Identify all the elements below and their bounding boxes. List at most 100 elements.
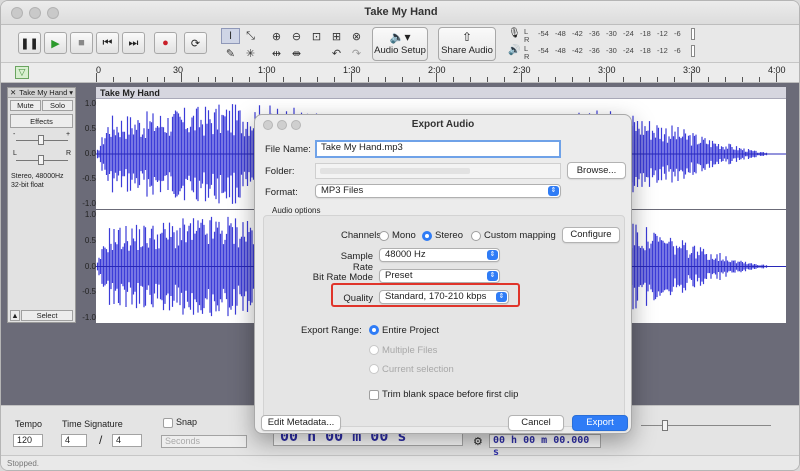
tempo-input[interactable]: 120 [13,434,43,447]
ruler-minor-tick [215,77,216,82]
silence-button[interactable]: ⇼ [287,45,306,61]
meter-r-label: R [524,52,530,61]
cursor-icon: I [228,30,233,42]
share-icon: ⇧ [461,30,473,44]
bit-rate-mode-select[interactable]: Preset ⇕ [379,269,500,283]
amplitude-scale-label: 1.0 [84,210,96,219]
selection-settings-icon[interactable]: ⚙ [473,435,483,448]
sample-rate-label: Sample Rate [340,251,373,273]
stop-button[interactable]: ■ [70,32,93,54]
multiple-files-radio[interactable] [369,345,379,355]
redo-button[interactable]: ↷ [347,45,366,61]
ruler-minor-tick [351,77,352,82]
timeline-ruler[interactable]: ▽ 0 30 1:00 1:30 2:00 2:30 3:00 3:30 4:00 [1,63,799,83]
playhead-marker-icon[interactable]: ▽ [15,66,29,79]
record-button[interactable]: ● [154,32,177,54]
folder-input[interactable] [315,163,561,179]
zoom-fit-button[interactable]: ⊞ [327,28,346,44]
loop-icon: ⟳ [190,37,201,50]
pause-button[interactable]: ❚❚ [18,32,41,54]
track-name[interactable]: Take My Hand [19,88,67,97]
zoom-out-button[interactable]: ⊖ [287,28,306,44]
export-button[interactable]: Export [572,415,628,431]
time-sig-numerator[interactable]: 4 [61,434,87,447]
sample-rate-select[interactable]: 48000 Hz ⇕ [379,248,500,262]
mute-button[interactable]: Mute [10,100,41,111]
skip-start-button[interactable]: ⏮ [96,32,119,54]
status-bar: Stopped. [1,455,799,470]
track-menu-chevron-icon[interactable]: ▾ [69,88,73,97]
ruler-minor-tick [368,77,369,82]
meter-end-cap [691,28,695,40]
zoom-toggle-button[interactable]: ⊗ [347,28,366,44]
current-selection-radio[interactable] [369,364,379,374]
playback-speed-slider[interactable] [641,425,771,426]
ruler-minor-tick [640,77,641,82]
skip-start-icon: ⏮ [102,36,113,49]
ruler-minor-tick [538,77,539,82]
zoom-selection-button[interactable]: ⊡ [307,28,326,44]
draw-tool[interactable]: ✎ [221,45,240,61]
amplitude-scale-label: -0.5 [82,287,96,297]
triangle-up-icon: ▲ [11,311,19,320]
configure-button[interactable]: Configure [562,227,620,243]
stereo-radio[interactable] [422,231,432,241]
meter-tick-label: -12 [657,29,668,38]
entire-project-radio[interactable] [369,325,379,335]
file-name-label: File Name: [265,144,311,155]
solo-button[interactable]: Solo [42,100,73,111]
meter-tick-label: -48 [555,29,566,38]
pan-slider-handle[interactable] [38,155,44,165]
loop-button[interactable]: ⟳ [184,32,207,54]
playback-meter[interactable]: 🔊 L R -54 -48 -42 -36 -30 -24 -18 -12 -6 [506,44,702,61]
zoom-fit-selection-icon: ⊡ [311,30,322,43]
meter-tick-label: -42 [572,46,583,55]
mono-radio[interactable] [379,231,389,241]
title-bar: Take My Hand [1,1,799,25]
mono-label: Mono [392,230,416,241]
undo-button[interactable]: ↶ [327,45,346,61]
bit-rate-mode-value: Preset [385,270,413,281]
folder-path-redacted [320,168,470,174]
format-select[interactable]: MP3 Files ⇕ [315,184,561,198]
snap-label: Snap [176,417,198,427]
selection-time-display[interactable]: 00 h 00 m 00.000 s [489,434,601,458]
ruler-minor-tick [147,77,148,82]
play-button[interactable]: ▶ [44,32,67,54]
trim-button[interactable]: ⇹ [267,45,286,61]
share-audio-button[interactable]: ⇧ Share Audio [438,27,496,61]
skip-end-button[interactable]: ⏭ [122,32,145,54]
ruler-minor-tick [572,77,573,82]
multi-tool[interactable]: ✳ [241,45,260,61]
audio-setup-button[interactable]: 🔈▾ Audio Setup [372,27,428,61]
browse-button[interactable]: Browse... [567,162,626,179]
export-audio-dialog: Export Audio File Name: Take My Hand.mp3… [254,114,632,434]
trim-blank-checkbox[interactable] [369,390,379,400]
custom-mapping-radio[interactable] [471,231,481,241]
sample-rate-value: 48000 Hz [385,249,426,260]
snap-select[interactable]: Seconds [161,435,247,448]
meter-tick-label: -12 [657,46,668,55]
trim-blank-label: Trim blank space before first clip [382,389,519,400]
snap-checkbox[interactable] [163,418,173,428]
envelope-tool[interactable]: ⤡ [241,28,260,44]
playback-speed-handle[interactable] [662,420,668,431]
pencil-icon: ✎ [225,47,236,60]
time-sig-denominator[interactable]: 4 [112,434,142,447]
file-name-input[interactable]: Take My Hand.mp3 [315,140,561,158]
record-meter[interactable]: 🎙 L R -54 -48 -42 -36 -30 -24 -18 -12 -6 [506,27,702,44]
clip-title-bar[interactable]: Take My Hand [96,87,786,99]
amplitude-scale-label: 0.5 [84,235,96,245]
multiple-files-label: Multiple Files [382,345,438,356]
ruler-minor-tick [521,77,522,82]
collapse-track-button[interactable]: ▲ [10,310,20,321]
track-close-icon[interactable]: ✕ [10,88,16,97]
track-header[interactable]: ✕ Take My Hand ▾ [8,88,75,98]
effects-button[interactable]: Effects [10,114,73,128]
cancel-button[interactable]: Cancel [508,415,564,431]
edit-metadata-button[interactable]: Edit Metadata... [261,415,341,431]
select-track-button[interactable]: Select [21,310,73,321]
zoom-in-button[interactable]: ⊕ [267,28,286,44]
gain-slider-handle[interactable] [38,135,44,145]
selection-tool[interactable]: I [221,28,240,44]
